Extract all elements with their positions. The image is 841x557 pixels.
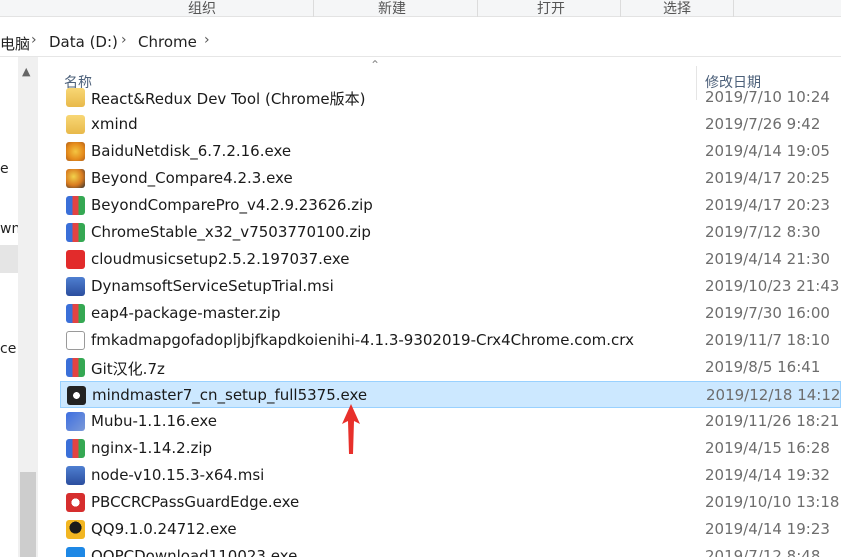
file-date-modified: 2019/4/15 16:28 (705, 439, 830, 457)
nav-item-label[interactable]: ce (0, 341, 16, 357)
breadcrumb[interactable]: 电脑 › Data (D:) › Chrome › (0, 30, 841, 56)
file-name: node-v10.15.3-x64.msi (91, 466, 265, 484)
file-date-modified: 2019/10/10 13:18 (705, 493, 840, 511)
chevron-right-icon[interactable]: › (121, 32, 127, 48)
file-row[interactable]: Git汉化.7z 2019/8/5 16:41 (60, 354, 841, 381)
ribbon-separator (733, 0, 734, 17)
file-name: Beyond_Compare4.2.3.exe (91, 169, 293, 187)
file-name: eap4-package-master.zip (91, 304, 281, 322)
file-row[interactable]: PBCCRCPassGuardEdge.exe 2019/10/10 13:18 (60, 489, 841, 516)
file-date-modified: 2019/11/7 18:10 (705, 331, 830, 349)
breadcrumb-data-drive[interactable]: Data (D:) (49, 33, 118, 51)
file-date-modified: 2019/7/30 16:00 (705, 304, 830, 322)
file-name: xmind (91, 115, 138, 133)
folder-icon (66, 88, 85, 107)
navigation-scrollbar[interactable]: ▲ (18, 57, 38, 557)
qq-penguin-icon (66, 520, 85, 539)
file-date-modified: 2019/4/17 20:23 (705, 196, 830, 214)
breadcrumb-chrome[interactable]: Chrome (138, 33, 197, 51)
file-row[interactable]: cloudmusicsetup2.5.2.197037.exe 2019/4/14… (60, 246, 841, 273)
file-name: PBCCRCPassGuardEdge.exe (91, 493, 300, 511)
ribbon-group-select: 选择 (663, 1, 691, 17)
beyond-compare-icon (66, 169, 85, 188)
zip-archive-icon (66, 223, 85, 242)
file-row[interactable]: eap4-package-master.zip 2019/7/30 16:00 (60, 300, 841, 327)
breadcrumb-this-pc[interactable]: 电脑 (0, 33, 30, 54)
file-row[interactable]: BeyondComparePro_v4.2.9.23626.zip 2019/4/… (60, 192, 841, 219)
file-row[interactable]: DynamsoftServiceSetupTrial.msi 2019/10/23… (60, 273, 841, 300)
zip-archive-icon (66, 358, 85, 377)
file-name: React&Redux Dev Tool (Chrome版本) (91, 90, 366, 108)
file-name: QQPCDownload110023.exe (91, 547, 298, 557)
scroll-up-arrow-icon[interactable]: ▲ (22, 65, 30, 78)
file-row[interactable]: ChromeStable_x32_v7503770100.zip 2019/7/1… (60, 219, 841, 246)
file-row[interactable]: xmind 2019/7/26 9:42 (60, 111, 841, 138)
msi-installer-icon (66, 466, 85, 485)
file-date-modified: 2019/11/26 18:21 (705, 412, 840, 430)
chevron-right-icon[interactable]: › (31, 32, 37, 48)
file-date-modified: 2019/4/14 19:05 (705, 142, 830, 160)
file-list[interactable]: React&Redux Dev Tool (Chrome版本) 2019/7/10… (60, 80, 841, 557)
nav-item-selected[interactable] (0, 245, 18, 273)
sort-ascending-icon: ⌃ (370, 58, 381, 72)
file-name: QQ9.1.0.24712.exe (91, 520, 237, 538)
file-row[interactable]: QQPCDownload110023.exe 2019/7/12 8:48 (60, 543, 841, 557)
msi-installer-icon (66, 277, 85, 296)
ribbon-group-new: 新建 (378, 1, 406, 17)
mindmaster-icon (67, 386, 86, 405)
file-date-modified: 2019/7/26 9:42 (705, 115, 821, 133)
file-row[interactable]: React&Redux Dev Tool (Chrome版本) 2019/7/10… (60, 84, 841, 111)
file-row[interactable]: Mubu-1.1.16.exe 2019/11/26 18:21 (60, 408, 841, 435)
exe-installer-icon (66, 412, 85, 431)
file-row[interactable]: BaiduNetdisk_6.7.2.16.exe 2019/4/14 19:05 (60, 138, 841, 165)
file-date-modified: 2019/7/12 8:48 (705, 547, 821, 557)
ribbon-separator (620, 0, 621, 17)
zip-archive-icon (66, 439, 85, 458)
file-date-modified: 2019/10/23 21:43 (705, 277, 840, 295)
ribbon-group-organize: 组织 (188, 1, 216, 17)
zip-archive-icon (66, 196, 85, 215)
file-name: ChromeStable_x32_v7503770100.zip (91, 223, 371, 241)
nav-item-label[interactable]: e (0, 161, 9, 177)
file-date-modified: 2019/4/14 19:23 (705, 520, 830, 538)
file-name: mindmaster7_cn_setup_full5375.exe (92, 386, 368, 404)
file-row[interactable]: nginx-1.14.2.zip 2019/4/15 16:28 (60, 435, 841, 462)
file-date-modified: 2019/7/12 8:30 (705, 223, 821, 241)
file-name: nginx-1.14.2.zip (91, 439, 213, 457)
ribbon-separator (313, 0, 314, 17)
file-row[interactable]: Beyond_Compare4.2.3.exe 2019/4/17 20:25 (60, 165, 841, 192)
scrollbar-thumb[interactable] (20, 472, 36, 557)
address-bar-border (0, 56, 841, 57)
file-name: Mubu-1.1.16.exe (91, 412, 217, 430)
netease-cloudmusic-icon (66, 250, 85, 269)
baidu-netdisk-icon (66, 142, 85, 161)
file-name: BaiduNetdisk_6.7.2.16.exe (91, 142, 292, 160)
qq-pc-manager-icon (66, 547, 85, 557)
folder-icon (66, 115, 85, 134)
ribbon-group-open: 打开 (537, 1, 565, 17)
file-date-modified: 2019/4/14 19:32 (705, 466, 830, 484)
file-date-modified: 2019/12/18 14:12 (706, 386, 841, 404)
chevron-right-icon[interactable]: › (204, 32, 210, 48)
ribbon-group-labels: 组织 新建 打开 选择 (0, 0, 841, 17)
file-name: fmkadmapgofadopljbjfkapdkoienihi-4.1.3-9… (91, 331, 634, 349)
file-date-modified: 2019/8/5 16:41 (705, 358, 821, 376)
zip-archive-icon (66, 304, 85, 323)
passguard-icon (66, 493, 85, 512)
file-row[interactable]: fmkadmapgofadopljbjfkapdkoienihi-4.1.3-9… (60, 327, 841, 354)
file-row[interactable]: node-v10.15.3-x64.msi 2019/4/14 19:32 (60, 462, 841, 489)
file-name: cloudmusicsetup2.5.2.197037.exe (91, 250, 350, 268)
annotation-arrow-icon (342, 404, 360, 454)
file-name: Git汉化.7z (91, 360, 165, 378)
file-name: DynamsoftServiceSetupTrial.msi (91, 277, 334, 295)
file-date-modified: 2019/7/10 10:24 (705, 88, 830, 106)
file-name: BeyondComparePro_v4.2.9.23626.zip (91, 196, 373, 214)
ribbon-separator (477, 0, 478, 17)
file-date-modified: 2019/4/17 20:25 (705, 169, 830, 187)
file-row[interactable]: mindmaster7_cn_setup_full5375.exe 2019/12… (60, 381, 841, 408)
file-row[interactable]: QQ9.1.0.24712.exe 2019/4/14 19:23 (60, 516, 841, 543)
blank-file-icon (66, 331, 85, 350)
file-date-modified: 2019/4/14 21:30 (705, 250, 830, 268)
